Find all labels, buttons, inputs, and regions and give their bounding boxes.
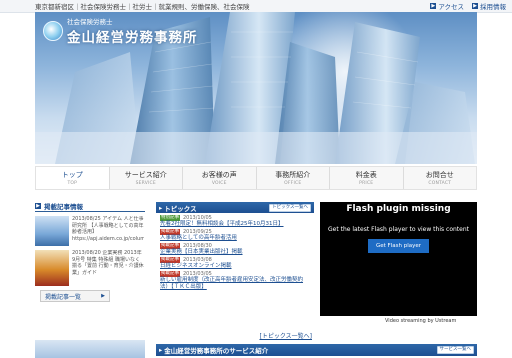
article-list: 2013/08/25 アイデム 人と仕事研究所 【人事戦略としての高年齢者活用】…: [35, 216, 145, 286]
arrow-right-icon: ▸: [159, 203, 163, 212]
topics-more-link[interactable]: [トピックス一覧へ]: [259, 331, 312, 340]
flash-missing-title: Flash plugin missing: [346, 204, 451, 214]
news-item: 特別記事 2013/10/05 先着2社限定！無料相談会【平成25年10月31日…: [160, 215, 310, 228]
get-flash-button[interactable]: Get Flash player: [367, 239, 429, 253]
service-title: ▸ 金山経営労務事務所のサービス紹介: [159, 345, 268, 355]
arrow-right-icon: ▶: [472, 3, 478, 9]
nav-label: 料金表: [355, 171, 377, 179]
nav-item-service[interactable]: サービス紹介 SERVICE: [110, 167, 183, 189]
nav-label: サービス紹介: [124, 171, 167, 179]
streaming-credit-link[interactable]: Video streaming by Ustream: [385, 318, 456, 324]
global-nav: トップ TOP サービス紹介 SERVICE お客様の声 VOICE 事務所紹介…: [35, 166, 477, 190]
header-links: ▶ アクセス ▶ 採用情報: [430, 1, 506, 11]
article-text: 2013/08/20 企業実務 2013年 9月号 特集 特殊組 職場いなく揃る…: [72, 250, 144, 276]
news-list: 特別記事 2013/10/05 先着2社限定！無料相談会【平成25年10月31日…: [156, 213, 314, 291]
news-item: 掲載記事 2013/03/05 新しい雇用制度（改正高年齢者雇用安定法、改正労働…: [160, 271, 310, 291]
recruit-link[interactable]: ▶ 採用情報: [472, 1, 506, 11]
topics-panel: ▸ トピックス トピックス一覧へ 特別記事 2013/10/05 先着2社限定！…: [156, 202, 314, 342]
news-link[interactable]: 新しい雇用制度（改正高年齢者雇用安定法、改正労働契約法）【ＴＫＣ出版】: [160, 277, 310, 291]
news-link[interactable]: 企業実務【日本実業出版社】掲載: [160, 249, 310, 256]
topics-header: ▸ トピックス トピックス一覧へ: [156, 202, 314, 213]
nav-sublabel: VOICE: [211, 181, 227, 186]
logo-title: 金山経営労務事務所: [67, 30, 198, 46]
nav-item-office[interactable]: 事務所紹介 OFFICE: [257, 167, 330, 189]
news-item: 掲載記事 2013/09/25 人事戦略としての高年齢者活用: [160, 229, 310, 242]
nav-label: 事務所紹介: [275, 171, 311, 179]
arrow-right-icon: ▶: [430, 3, 437, 9]
nav-label: お問合せ: [425, 171, 454, 179]
nav-item-voice[interactable]: お客様の声 VOICE: [183, 167, 257, 189]
article-text: 2013/08/25 アイデム 人と仕事研究所 【人事戦略としての高年齢者活用】…: [72, 216, 144, 242]
service-header: ▸ 金山経営労務事務所のサービス紹介 サービス一覧へ: [156, 344, 477, 356]
nav-item-top[interactable]: トップ TOP: [36, 167, 110, 189]
article-thumbnail: [35, 216, 69, 246]
recruit-link-label: 採用情報: [480, 3, 506, 11]
news-item: 掲載記事 2013/08/30 企業実務【日本実業出版社】掲載: [160, 243, 310, 256]
article-list-button[interactable]: 掲載記事一覧 ▶: [40, 290, 110, 302]
sidebar-banner[interactable]: [35, 340, 145, 358]
news-item: 掲載記事 2013/03/08 日経ビジネスオンライン掲載: [160, 257, 310, 270]
arrow-right-icon: ▶: [101, 293, 105, 299]
list-item[interactable]: 2013/08/25 アイデム 人と仕事研究所 【人事戦略としての高年齢者活用】…: [35, 216, 145, 246]
nav-label: トップ: [61, 171, 83, 179]
logo-subtitle: 社会保険労務士: [67, 18, 113, 26]
nav-sublabel: TOP: [67, 181, 78, 186]
nav-item-price[interactable]: 料金表 PRICE: [330, 167, 404, 189]
service-list-button[interactable]: サービス一覧へ: [436, 346, 474, 354]
news-link[interactable]: 日経ビジネスオンライン掲載: [160, 263, 310, 270]
sidebar: ▶ 掲載記事情報 2013/08/25 アイデム 人と仕事研究所 【人事戦略とし…: [35, 200, 145, 350]
nav-sublabel: OFFICE: [284, 181, 302, 186]
globe-icon: [43, 21, 63, 41]
topics-title: ▸ トピックス: [159, 203, 197, 213]
access-link[interactable]: ▶ アクセス: [430, 1, 464, 11]
site-logo[interactable]: 社会保険労務士 金山経営労務事務所: [43, 16, 198, 46]
nav-sublabel: CONTACT: [428, 181, 452, 186]
magazine-cover-image: [35, 250, 69, 286]
nav-item-contact[interactable]: お問合せ CONTACT: [404, 167, 477, 189]
list-item[interactable]: 2013/08/20 企業実務 2013年 9月号 特集 特殊組 職場いなく揃る…: [35, 250, 145, 286]
access-link-label: アクセス: [438, 3, 464, 11]
nav-sublabel: SERVICE: [135, 181, 156, 186]
arrow-right-icon: ▸: [159, 346, 163, 354]
topics-title-label: トピックス: [164, 204, 197, 213]
site-tagline: 東京都新宿区｜社会保険労務士｜社労士｜就業規則、労働保険、社会保険: [35, 3, 250, 11]
article-list-button-label: 掲載記事一覧: [45, 293, 82, 301]
news-link[interactable]: 人事戦略としての高年齢者活用: [160, 235, 310, 242]
flash-missing-description: Get the latest Flash player to view this…: [327, 226, 469, 233]
nav-sublabel: PRICE: [359, 181, 374, 186]
news-link[interactable]: 先着2社限定！無料相談会【平成25年10月31日】: [160, 221, 310, 228]
sidebar-heading-label: 掲載記事情報: [44, 202, 83, 211]
topics-list-button[interactable]: トピックス一覧へ: [269, 203, 311, 212]
hero-banner: 社会保険労務士 金山経営労務事務所: [35, 12, 477, 164]
arrow-right-icon: ▶: [35, 202, 41, 209]
sidebar-heading: ▶ 掲載記事情報: [35, 200, 145, 212]
video-player[interactable]: Flash plugin missing Get the latest Flas…: [320, 202, 477, 316]
service-title-label: 金山経営労務事務所のサービス紹介: [164, 347, 269, 355]
nav-label: お客様の声: [201, 171, 237, 179]
